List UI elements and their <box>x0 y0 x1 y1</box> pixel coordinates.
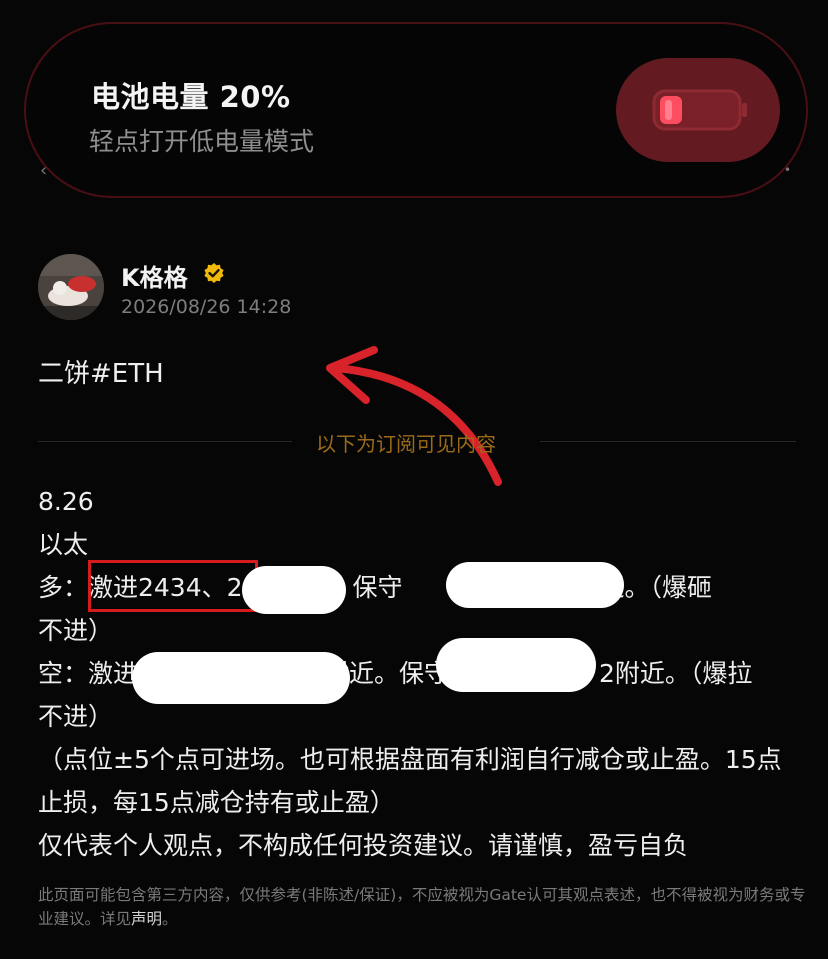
redaction-mark <box>446 562 624 608</box>
statement-link[interactable]: 声明 <box>131 910 162 928</box>
dot-icon: • <box>784 163 792 177</box>
subscriber-only-label: 以下为订阅可见内容 <box>316 432 496 456</box>
battery-low-icon <box>652 89 747 131</box>
disclaimer-end: 。 <box>162 910 178 928</box>
low-power-mode-prompt[interactable]: 轻点打开低电量模式 <box>89 122 314 158</box>
third-party-disclaimer: 此页面可能包含第三方内容，仅供参考(非陈述/保证)，不应被视为Gate认可其观点… <box>38 883 808 931</box>
post-title[interactable]: 二饼#ETH <box>38 353 164 390</box>
redaction-mark <box>436 638 596 692</box>
annotation-highlight-box <box>88 560 258 612</box>
body-line: （点位±5个点可进场。也可根据盘面有利润自行减仓或止盈。15点止损，每15点减仓… <box>38 745 782 817</box>
divider-right <box>540 441 796 442</box>
battery-notification[interactable]: 电池电量 20% 轻点打开低电量模式 <box>24 22 808 198</box>
short-entry-text-c: 2附近。（爆拉 <box>599 659 753 688</box>
body-line: 仅代表个人观点，不构成任何投资建议。请谨慎，盈亏自负 <box>38 831 689 860</box>
redaction-mark <box>242 566 346 614</box>
verified-badge-icon <box>204 263 224 283</box>
low-power-mode-button[interactable] <box>616 58 780 162</box>
battery-notification-title: 电池电量 20% <box>91 80 291 114</box>
redaction-mark <box>132 652 350 704</box>
divider-left <box>38 441 292 442</box>
short-entry-text: 空：激进 <box>38 659 139 688</box>
avatar[interactable] <box>38 254 104 320</box>
post-timestamp: 2026/08/26 14:28 <box>121 296 292 318</box>
body-line: 不进） <box>38 616 114 645</box>
back-chevron-icon[interactable]: ‹ <box>40 160 47 181</box>
author-name[interactable]: K格格 <box>121 258 188 293</box>
body-line: 8.26 <box>38 487 94 516</box>
